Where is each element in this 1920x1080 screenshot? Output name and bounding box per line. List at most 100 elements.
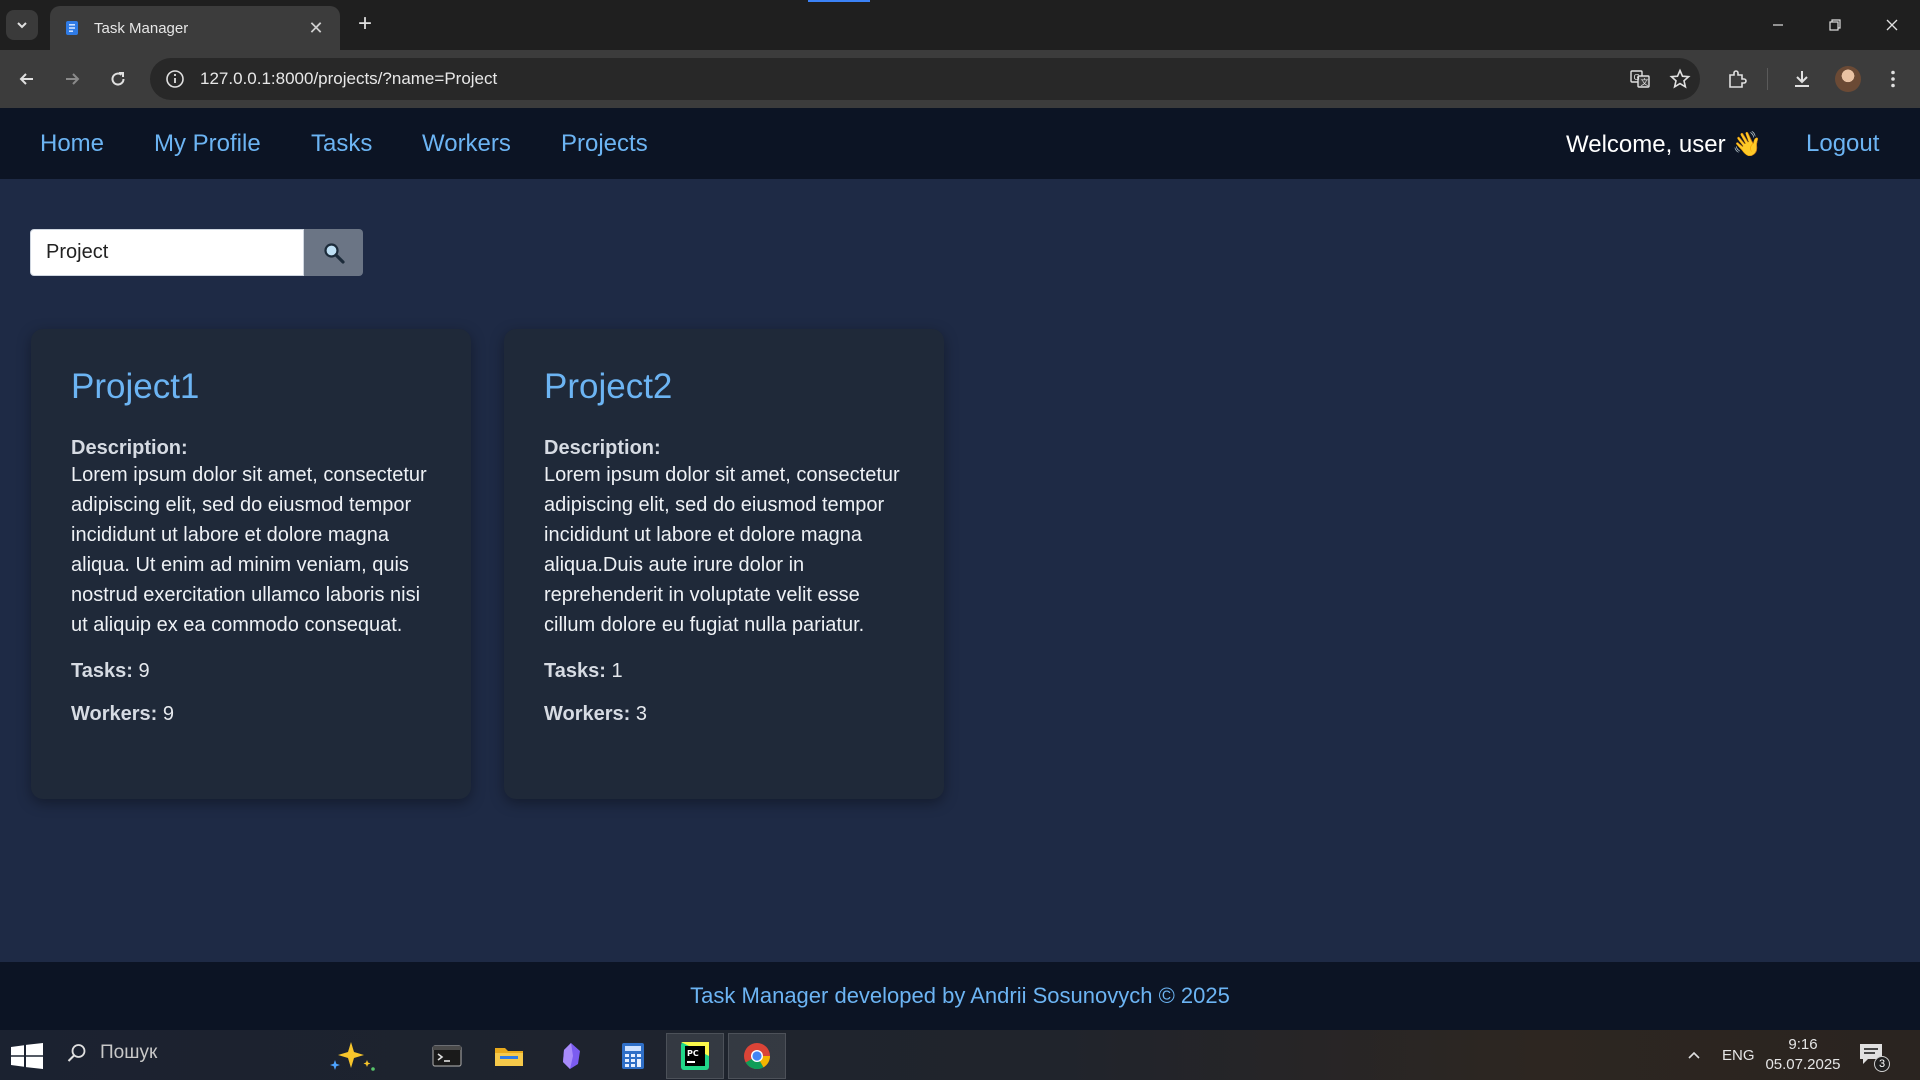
workers-label: Workers: <box>71 703 158 725</box>
pycharm-app-button[interactable]: PC <box>666 1033 724 1079</box>
footer-credit: Task Manager developed by Andrii Sosunov… <box>690 983 1230 1008</box>
address-bar[interactable]: 127.0.0.1:8000/projects/?name=Project G文 <box>150 58 1700 100</box>
browser-tabstrip: Task Manager ✕ + <box>0 0 1920 50</box>
restore-button[interactable] <box>1806 0 1863 50</box>
nav-link-projects[interactable]: Projects <box>561 130 648 158</box>
forward-button[interactable] <box>57 64 87 94</box>
projects-page: Project1 Description: Lorem ipsum dolor … <box>0 179 1920 962</box>
workers-count: Workers: 3 <box>544 703 904 726</box>
taskbar-search-text: Пошук <box>100 1042 158 1063</box>
tasks-count: Tasks: 9 <box>71 660 431 683</box>
project-card: Project2 Description: Lorem ipsum dolor … <box>504 329 944 799</box>
workers-value: 9 <box>162 703 175 725</box>
obsidian-icon <box>563 1043 580 1069</box>
start-button[interactable] <box>10 1043 44 1069</box>
loading-indicator <box>808 0 870 2</box>
terminal-app-button[interactable] <box>418 1033 476 1079</box>
toolbar-separator <box>1767 68 1768 90</box>
windows-logo-icon <box>11 1043 43 1069</box>
tab-title: Task Manager <box>94 19 189 37</box>
bookmark-star-icon[interactable] <box>1660 58 1700 100</box>
project-title-link[interactable]: Project1 <box>71 367 431 407</box>
project-card: Project1 Description: Lorem ipsum dolor … <box>31 329 471 799</box>
project-description: Lorem ipsum dolor sit amet, consectetur … <box>544 464 900 636</box>
terminal-icon <box>432 1045 462 1067</box>
chevron-down-icon <box>17 22 27 29</box>
site-info-icon[interactable] <box>164 68 186 90</box>
tab-search-button[interactable] <box>6 10 38 40</box>
browser-tab[interactable]: Task Manager ✕ <box>50 6 340 50</box>
notification-count-badge: 3 <box>1874 1056 1890 1072</box>
project-title-link[interactable]: Project2 <box>544 367 904 407</box>
nav-link-workers[interactable]: Workers <box>422 130 511 158</box>
nav-link-tasks[interactable]: Tasks <box>311 130 372 158</box>
copilot-sparkle-button[interactable] <box>322 1033 380 1079</box>
file-explorer-button[interactable] <box>480 1033 538 1079</box>
workers-label: Workers: <box>544 703 631 725</box>
downloads-button[interactable] <box>1787 64 1817 94</box>
description-label: Description: <box>71 437 188 459</box>
task-manager-favicon-icon <box>66 21 78 35</box>
arrow-left-icon <box>19 73 33 85</box>
site-navbar: Home My Profile Tasks Workers Projects W… <box>0 108 1920 179</box>
search-icon <box>67 1044 86 1062</box>
avatar <box>1835 66 1861 92</box>
search-button[interactable] <box>304 229 363 276</box>
reload-button[interactable] <box>103 64 133 94</box>
minimize-icon <box>1772 24 1783 26</box>
pycharm-icon: PC <box>681 1042 709 1070</box>
calculator-icon <box>622 1043 644 1069</box>
new-tab-button[interactable]: + <box>352 12 378 38</box>
welcome-message: Welcome, user 👋 <box>1566 131 1763 158</box>
restore-icon <box>1828 19 1841 31</box>
project-search-input[interactable] <box>30 229 304 276</box>
tasks-value: 1 <box>611 660 623 682</box>
language-indicator[interactable]: ENG <box>1722 1030 1755 1080</box>
notification-center-button[interactable]: 3 <box>1858 1042 1890 1072</box>
tasks-count: Tasks: 1 <box>544 660 904 683</box>
taskbar-search[interactable]: Пошук <box>66 1042 157 1064</box>
workers-count: Workers: 9 <box>71 703 431 726</box>
download-icon <box>1795 71 1809 87</box>
search-icon <box>323 242 345 264</box>
tasks-label: Tasks: <box>71 660 133 682</box>
chevron-up-icon <box>1688 1051 1700 1059</box>
back-button[interactable] <box>12 64 42 94</box>
calculator-app-button[interactable] <box>604 1033 662 1079</box>
svg-text:G: G <box>1634 73 1640 82</box>
browser-toolbar: 127.0.0.1:8000/projects/?name=Project G文 <box>0 50 1920 108</box>
nav-link-home[interactable]: Home <box>40 130 104 158</box>
chrome-app-button[interactable] <box>728 1033 786 1079</box>
workers-value: 3 <box>635 703 648 725</box>
site-footer: Task Manager developed by Andrii Sosunov… <box>0 962 1920 1030</box>
description-label: Description: <box>544 437 661 459</box>
extensions-button[interactable] <box>1722 64 1752 94</box>
profile-button[interactable] <box>1833 64 1863 94</box>
minimize-button[interactable] <box>1749 0 1806 50</box>
translate-icon[interactable]: G文 <box>1620 58 1660 100</box>
taskbar-clock[interactable]: 9:16 05.07.2025 <box>1762 1035 1844 1075</box>
url-text: 127.0.0.1:8000/projects/?name=Project <box>200 69 498 88</box>
svg-text:PC: PC <box>687 1049 699 1058</box>
close-icon <box>1886 19 1897 31</box>
browser-menu-button[interactable] <box>1878 64 1908 94</box>
windows-taskbar: Пошук PC ENG 9:16 05.07.2025 3 <box>0 1030 1920 1080</box>
clock-time: 9:16 <box>1788 1036 1818 1053</box>
arrow-right-icon <box>66 73 80 85</box>
svg-text:文: 文 <box>1641 77 1649 87</box>
tasks-label: Tasks: <box>544 660 606 682</box>
obsidian-app-button[interactable] <box>542 1033 600 1079</box>
sparkle-icon <box>330 1042 375 1071</box>
puzzle-icon <box>1729 70 1747 88</box>
nav-link-my-profile[interactable]: My Profile <box>154 130 261 158</box>
window-controls <box>1749 0 1920 50</box>
tab-close-icon[interactable]: ✕ <box>306 18 326 39</box>
project-search-form <box>30 229 363 276</box>
more-vertical-icon <box>1891 70 1895 88</box>
reload-icon <box>111 72 125 86</box>
close-window-button[interactable] <box>1863 0 1920 50</box>
project-description: Lorem ipsum dolor sit amet, consectetur … <box>71 464 427 636</box>
logout-link[interactable]: Logout <box>1806 130 1879 158</box>
show-hidden-icons-button[interactable] <box>1686 1030 1702 1080</box>
chrome-icon <box>744 1043 771 1070</box>
